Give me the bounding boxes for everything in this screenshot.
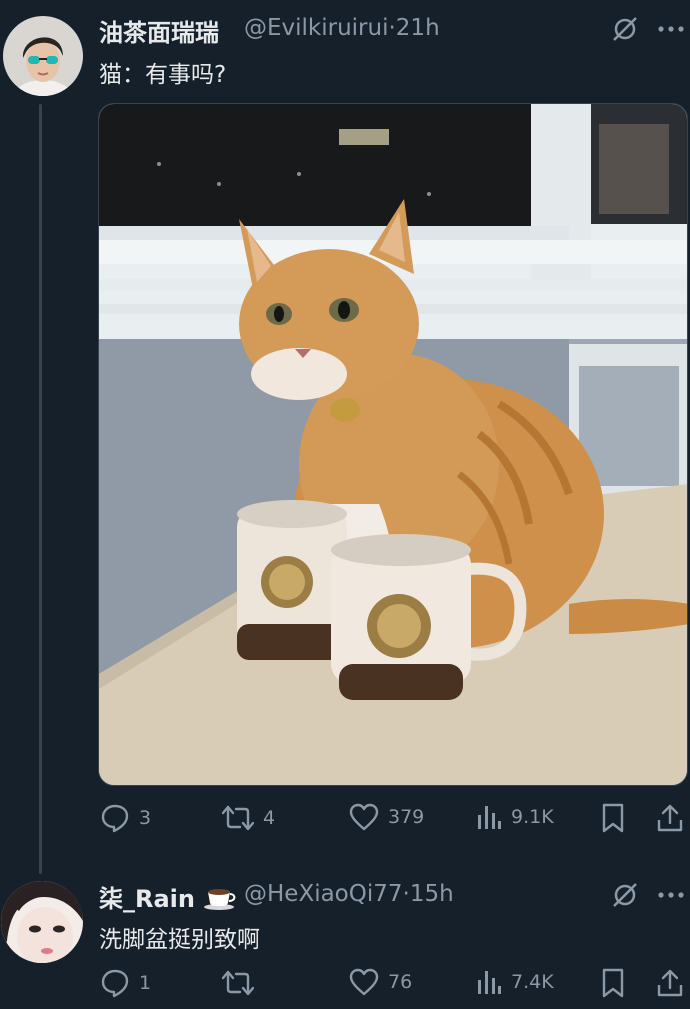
share-icon[interactable] [655, 803, 685, 833]
views-icon [478, 971, 501, 994]
cat-photo [99, 104, 687, 785]
reply-count: 1 [139, 972, 152, 994]
thread-connector-line [39, 104, 42, 874]
grok-icon[interactable] [609, 13, 641, 45]
reply-icon [101, 969, 129, 998]
view-count: 9.1K [511, 806, 554, 828]
tweet-media-photo[interactable] [98, 103, 688, 786]
separator-dot: · [388, 15, 396, 41]
retweet-icon [222, 805, 254, 831]
like-icon [349, 803, 379, 831]
like-button[interactable]: 76 [349, 968, 412, 996]
view-count: 7.4K [511, 971, 554, 993]
display-name[interactable]: 油茶面瑞瑞 [99, 13, 219, 48]
separator-dot: · [402, 881, 410, 907]
timeline: 油茶面瑞瑞 @Evilkiruirui·21h 猫：有事吗? 3 4 379 9… [0, 0, 690, 1009]
display-name: 柒_Rain [99, 885, 195, 913]
tweet-meta: @Evilkiruirui·21h [244, 15, 440, 41]
bookmark-icon[interactable] [599, 803, 627, 833]
cup-left [237, 500, 347, 660]
more-icon[interactable] [656, 15, 686, 43]
retweet-icon [222, 970, 254, 996]
retweet-count: 4 [263, 807, 276, 829]
reply-button[interactable]: 1 [100, 968, 151, 998]
avatar[interactable] [1, 881, 83, 963]
tweet-text: 洗脚盆挺别致啊 [99, 927, 260, 953]
retweet-button[interactable] [222, 968, 263, 998]
reply-button[interactable]: 3 [100, 803, 151, 833]
share-icon[interactable] [655, 968, 685, 998]
like-count: 379 [388, 806, 425, 828]
views-button[interactable]: 9.1K [476, 803, 554, 831]
avatar[interactable] [3, 16, 83, 96]
reply-display-name[interactable]: 柒_Rain [99, 879, 237, 914]
more-icon[interactable] [656, 881, 686, 909]
bookmark-icon[interactable] [599, 968, 627, 998]
reply-count: 3 [139, 807, 152, 829]
reply-icon [101, 804, 129, 833]
timestamp[interactable]: 21h [396, 15, 440, 41]
like-button[interactable]: 379 [349, 803, 424, 831]
tweet-text: 猫：有事吗? [99, 62, 227, 88]
tweet-meta: @HeXiaoQi77·15h [244, 881, 454, 907]
like-icon [349, 968, 379, 996]
views-icon [478, 806, 501, 829]
retweet-button[interactable]: 4 [222, 803, 275, 833]
handle[interactable]: @HeXiaoQi77 [244, 881, 403, 907]
coffee-cup-icon [204, 889, 236, 910]
timestamp[interactable]: 15h [410, 881, 454, 907]
grok-icon[interactable] [609, 879, 641, 911]
handle[interactable]: @Evilkiruirui [244, 15, 388, 41]
like-count: 76 [388, 971, 413, 993]
views-button[interactable]: 7.4K [476, 968, 554, 996]
